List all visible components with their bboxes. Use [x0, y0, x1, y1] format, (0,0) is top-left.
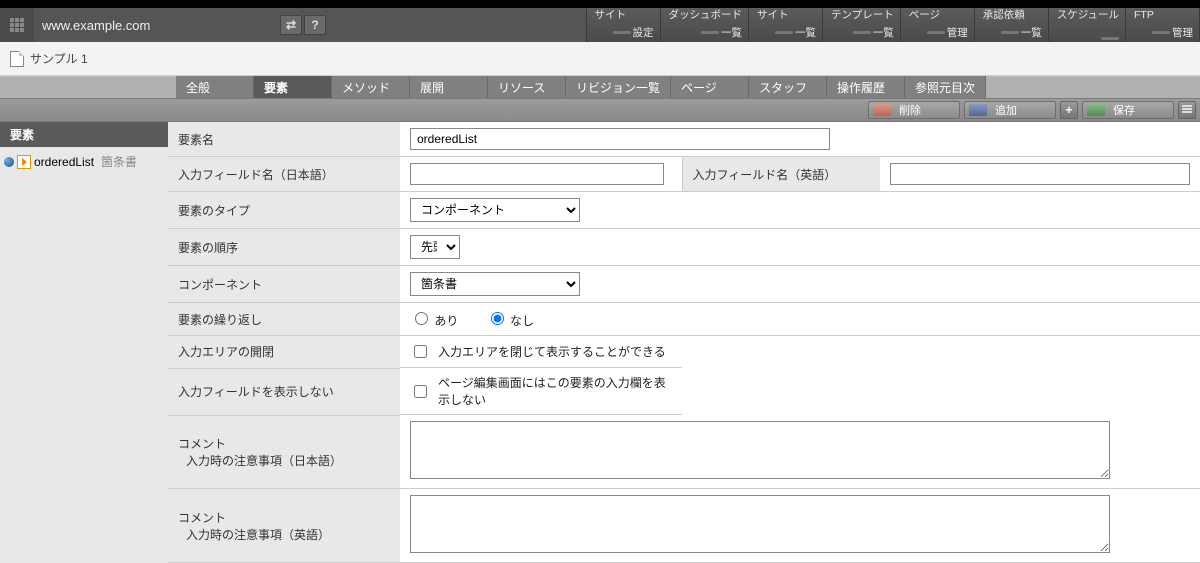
nav-item-1[interactable]: ダッシュボード一覧 [661, 8, 750, 42]
nav-item-sub: 一覧 [757, 25, 816, 40]
nav-item-title: サイト [595, 10, 654, 21]
status-dot-icon [4, 157, 14, 167]
breadcrumb-title: サンプル 1 [30, 50, 88, 67]
document-icon [10, 51, 24, 67]
app-logo[interactable] [0, 8, 34, 42]
nav-item-sub: 管理 [1134, 25, 1193, 40]
nav-item-title: スケジュール [1057, 10, 1119, 21]
form-panel: 要素名 入力フィールド名（日本語） 入力フィールド名（英語） 要素のタイプ [168, 122, 1200, 563]
sidebar-header: 要素 [0, 122, 168, 147]
comment-ja-textarea[interactable] [410, 421, 1110, 479]
tab-0[interactable]: 全般 [176, 76, 254, 98]
field-en-input[interactable] [890, 163, 1190, 185]
nav-item-title: ダッシュボード [669, 10, 743, 21]
repeat-yes-radio[interactable] [415, 312, 428, 325]
label-type: 要素のタイプ [168, 192, 400, 229]
component-select[interactable]: 箇条書 [410, 272, 580, 296]
nav-item-title: ページ [909, 10, 968, 21]
collapse-text: 入力エリアを閉じて表示することができる [438, 343, 666, 360]
repeat-no-radio[interactable] [491, 312, 504, 325]
hide-field-text: ページ編集画面にはこの要素の入力欄を表示しない [438, 374, 672, 408]
hide-field-checkbox[interactable] [414, 385, 427, 398]
nav-item-title: テンプレート [831, 10, 894, 21]
global-nav: www.example.com ⇄ ? サイト設定ダッシュボード一覧サイト一覧テ… [0, 8, 1200, 42]
nav-item-sub: 一覧 [831, 25, 894, 40]
tree-item-note: 箇条書 [101, 153, 137, 170]
repeat-no-option[interactable]: なし [486, 314, 534, 328]
save-button[interactable]: 保存 [1082, 101, 1174, 119]
label-collapse: 入力エリアの開閉 [168, 336, 400, 369]
comment-en-textarea[interactable] [410, 495, 1110, 553]
add-plus-button[interactable]: + [1060, 101, 1078, 119]
tab-5[interactable]: リビジョン一覧 [566, 76, 671, 98]
collapse-checkbox[interactable] [414, 345, 427, 358]
label-repeat: 要素の繰り返し [168, 303, 400, 336]
nav-item-2[interactable]: サイト一覧 [749, 8, 823, 42]
help-icon[interactable]: ? [304, 15, 326, 35]
expand-arrow-icon[interactable] [17, 155, 31, 169]
label-element-name: 要素名 [168, 122, 400, 157]
tab-bar: 全般要素メソッド展開リソースリビジョン一覧ページスタッフ操作履歴参照元目次 [0, 76, 1200, 98]
label-field-en: 入力フィールド名（英語） [682, 157, 880, 192]
label-comment-en: コメント 入力時の注意事項（英語） [168, 489, 400, 563]
nav-item-sub: 管理 [909, 25, 968, 40]
nav-item-6[interactable]: スケジュール [1049, 8, 1126, 42]
tab-9[interactable]: 参照元目次 [905, 76, 986, 98]
label-comment-ja: コメント 入力時の注意事項（日本語） [168, 415, 400, 489]
label-hide-field: 入力フィールドを表示しない [168, 368, 400, 415]
tree-item-name: orderedList [34, 155, 94, 169]
nav-item-5[interactable]: 承認依頼一覧 [975, 8, 1049, 42]
label-component: コンポーネント [168, 266, 400, 303]
tab-2[interactable]: メソッド [332, 76, 410, 98]
nav-item-3[interactable]: テンプレート一覧 [823, 8, 901, 42]
nav-item-sub [1057, 37, 1119, 40]
nav-item-4[interactable]: ページ管理 [901, 8, 975, 42]
tab-8[interactable]: 操作履歴 [827, 76, 905, 98]
toggle-panel-icon[interactable]: ⇄ [280, 15, 302, 35]
tab-6[interactable]: ページ [671, 76, 749, 98]
element-name-input[interactable] [410, 128, 830, 150]
site-domain: www.example.com [34, 8, 274, 42]
nav-item-sub: 設定 [595, 25, 654, 40]
tab-7[interactable]: スタッフ [749, 76, 827, 98]
nav-item-title: サイト [757, 10, 816, 21]
tab-4[interactable]: リソース [488, 76, 566, 98]
tree-item[interactable]: orderedList 箇条書 [4, 153, 164, 170]
order-select[interactable]: 先頭 [410, 235, 460, 259]
add-button[interactable]: 追加 [964, 101, 1056, 119]
breadcrumb: サンプル 1 [0, 42, 1200, 76]
nav-item-title: 承認依頼 [983, 10, 1042, 21]
sidebar: 要素 orderedList 箇条書 [0, 122, 168, 176]
label-field-ja: 入力フィールド名（日本語） [168, 157, 400, 192]
nav-item-title: FTP [1134, 10, 1193, 21]
repeat-yes-option[interactable]: あり [410, 314, 462, 328]
nav-item-0[interactable]: サイト設定 [587, 8, 661, 42]
tab-3[interactable]: 展開 [410, 76, 488, 98]
label-order: 要素の順序 [168, 229, 400, 266]
action-bar: 削除 追加 + 保存 [0, 98, 1200, 122]
columns-icon[interactable] [1178, 101, 1196, 119]
tab-1[interactable]: 要素 [254, 76, 332, 98]
delete-button[interactable]: 削除 [868, 101, 960, 119]
field-ja-input[interactable] [410, 163, 664, 185]
type-select[interactable]: コンポーネント [410, 198, 580, 222]
nav-item-sub: 一覧 [983, 25, 1042, 40]
nav-item-sub: 一覧 [669, 25, 743, 40]
nav-item-7[interactable]: FTP 管理 [1126, 8, 1200, 42]
